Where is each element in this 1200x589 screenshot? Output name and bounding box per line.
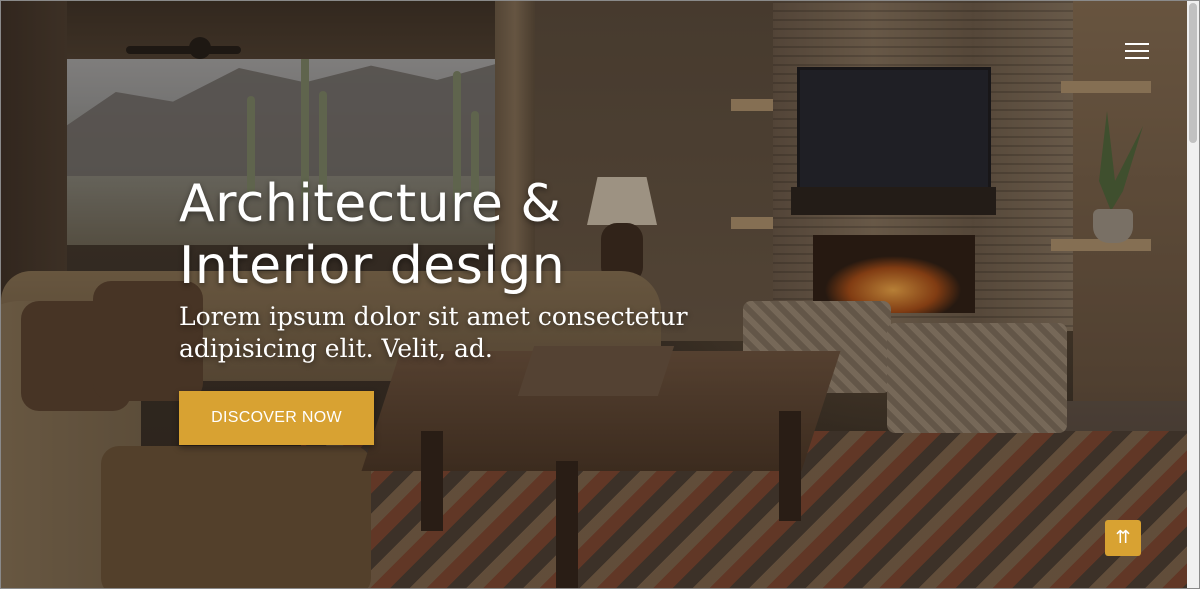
- discover-now-button[interactable]: DISCOVER NOW: [179, 391, 374, 445]
- hero-title-line-1: Architecture &: [179, 174, 562, 234]
- hero-title-line-2: Interior design: [179, 236, 566, 296]
- page-scrollbar[interactable]: [1187, 1, 1199, 588]
- double-arrow-up-icon: ⇈: [1115, 527, 1131, 548]
- menu-bar: [1125, 57, 1149, 59]
- back-to-top-button[interactable]: ⇈: [1105, 520, 1141, 556]
- scrollbar-thumb[interactable]: [1189, 3, 1197, 143]
- hero-section: Architecture & Interior design Lorem ips…: [0, 0, 1200, 589]
- hamburger-menu-icon[interactable]: [1121, 39, 1153, 63]
- hero-title: Architecture & Interior design: [179, 173, 779, 297]
- hero-content: Architecture & Interior design Lorem ips…: [179, 173, 779, 365]
- hero-subtitle: Lorem ipsum dolor sit amet consectetur a…: [179, 302, 688, 363]
- menu-bar: [1125, 50, 1149, 52]
- menu-bar: [1125, 43, 1149, 45]
